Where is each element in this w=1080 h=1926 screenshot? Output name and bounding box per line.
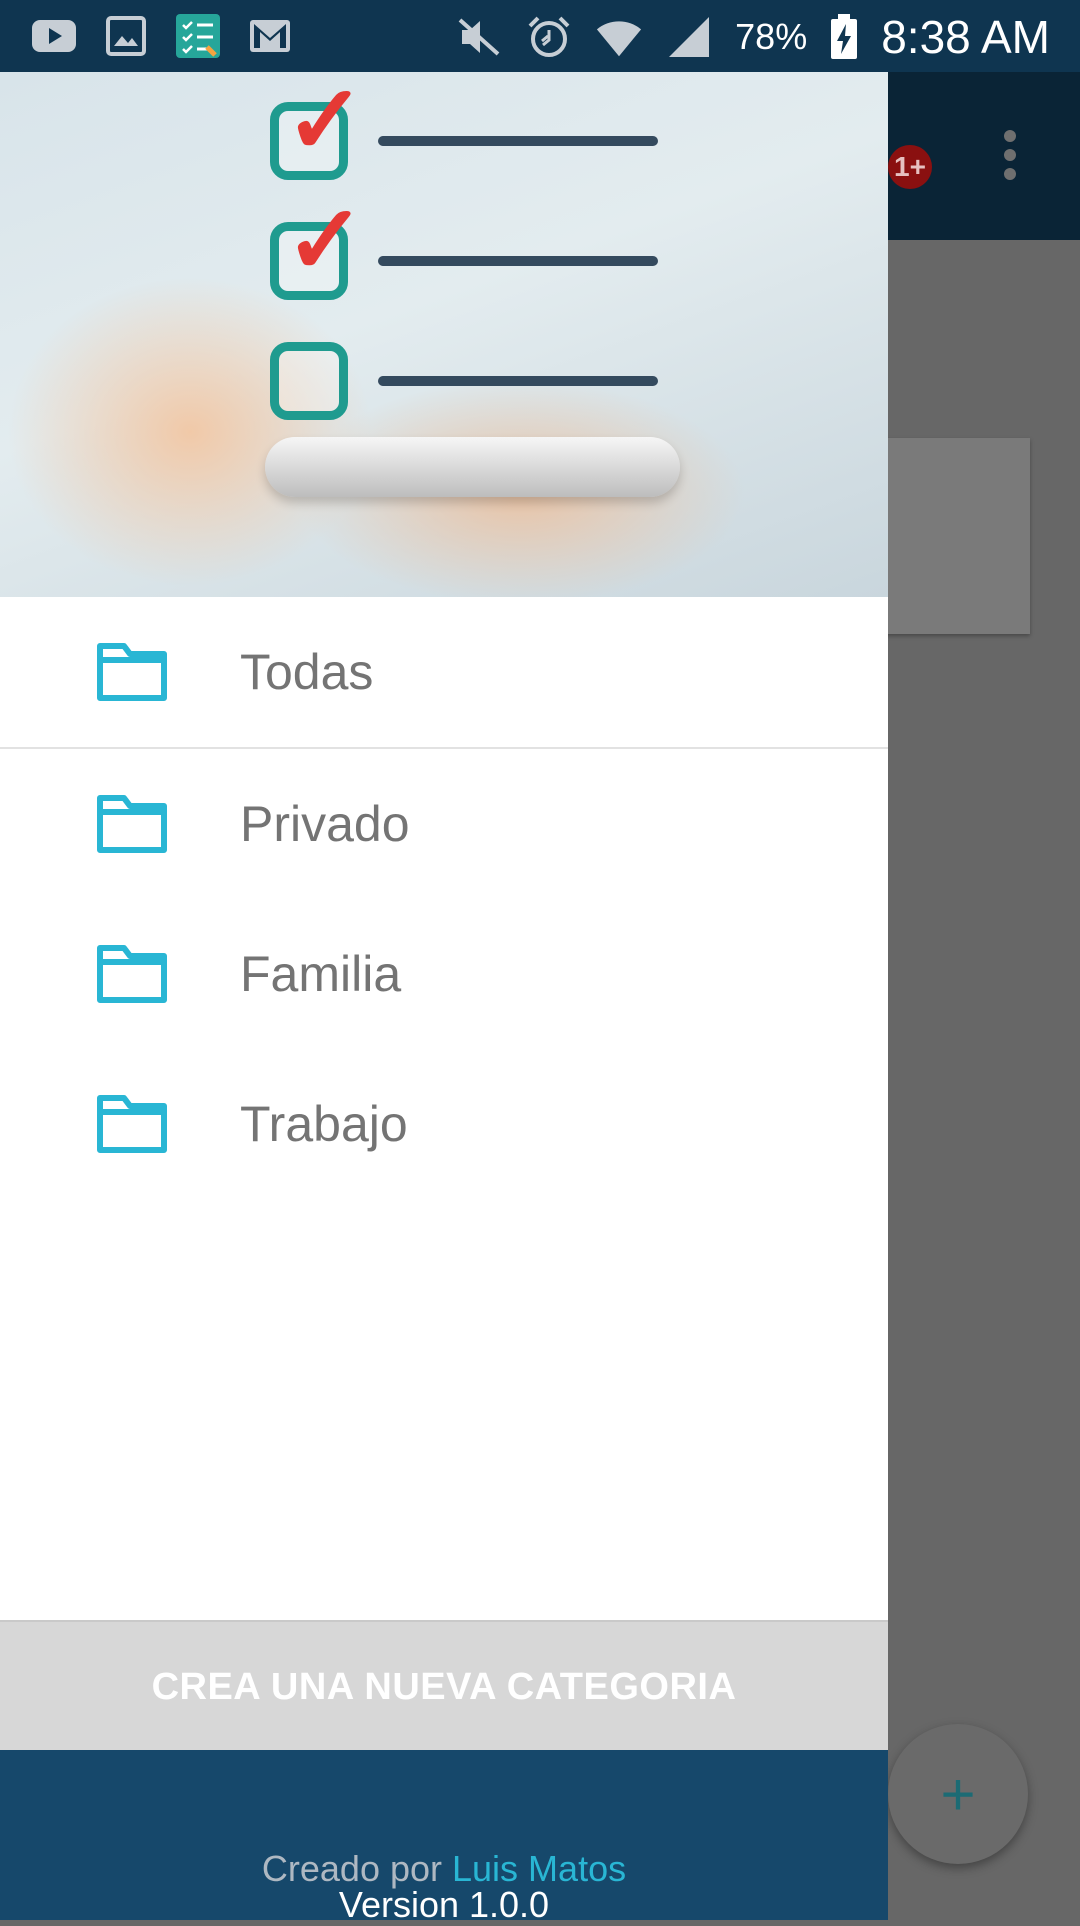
add-fab-button[interactable]: + bbox=[888, 1724, 1028, 1864]
menu-item-label: Trabajo bbox=[240, 1096, 408, 1152]
folder-icon bbox=[97, 945, 167, 1003]
checklist-row bbox=[270, 342, 658, 420]
gmail-icon bbox=[246, 12, 294, 60]
checkbox-empty-icon bbox=[270, 342, 348, 420]
checkbox-checked-icon: ✓ bbox=[270, 73, 365, 180]
menu-item-trabajo[interactable]: Trabajo bbox=[0, 1049, 888, 1199]
drawer-footer: Creado por Luis Matos Version 1.0.0 bbox=[0, 1750, 888, 1925]
credits-prefix: Creado por bbox=[261, 1848, 453, 1889]
folder-icon bbox=[97, 1095, 167, 1153]
category-menu: Todas Privado Familia Trabajo bbox=[0, 597, 888, 1199]
menu-item-label: Familia bbox=[240, 946, 402, 1002]
clock: 8:38 AM bbox=[881, 11, 1050, 63]
checklist-row: ✓ bbox=[270, 73, 658, 180]
navigation-drawer: ✓ ✓ Todas Privado Familia Trabajo CREA U… bbox=[0, 72, 888, 1925]
drawer-header-image: ✓ ✓ bbox=[0, 72, 888, 597]
gallery-icon bbox=[102, 12, 150, 60]
folder-icon bbox=[97, 795, 167, 853]
notification-badge: 1+ bbox=[888, 145, 932, 189]
folder-icon bbox=[97, 643, 167, 701]
create-category-button[interactable]: CREA UNA NUEVA CATEGORIA bbox=[0, 1620, 888, 1752]
signal-icon bbox=[665, 13, 713, 61]
checklist-app-icon bbox=[174, 12, 222, 60]
alarm-icon bbox=[525, 13, 573, 61]
author-link[interactable]: Luis Matos bbox=[452, 1848, 626, 1889]
checklist-row: ✓ bbox=[270, 193, 658, 300]
checklist-line bbox=[378, 376, 658, 386]
battery-percent: 78% bbox=[735, 16, 808, 57]
youtube-icon bbox=[30, 12, 78, 60]
menu-item-label: Privado bbox=[240, 796, 410, 852]
checklist-line bbox=[378, 256, 658, 266]
menu-item-familia[interactable]: Familia bbox=[0, 899, 888, 1049]
phone-illustration bbox=[265, 437, 680, 497]
overflow-menu-icon[interactable] bbox=[1000, 130, 1020, 180]
checkbox-checked-icon: ✓ bbox=[270, 193, 365, 300]
status-bar: 78% 8:38 AM bbox=[0, 0, 1080, 72]
checklist-line bbox=[378, 136, 658, 146]
menu-item-privado[interactable]: Privado bbox=[0, 749, 888, 899]
mute-icon bbox=[455, 13, 503, 61]
wifi-icon bbox=[595, 13, 643, 61]
menu-item-todas[interactable]: Todas bbox=[0, 597, 888, 747]
battery-charging-icon bbox=[829, 13, 859, 61]
menu-item-label: Todas bbox=[240, 644, 374, 700]
